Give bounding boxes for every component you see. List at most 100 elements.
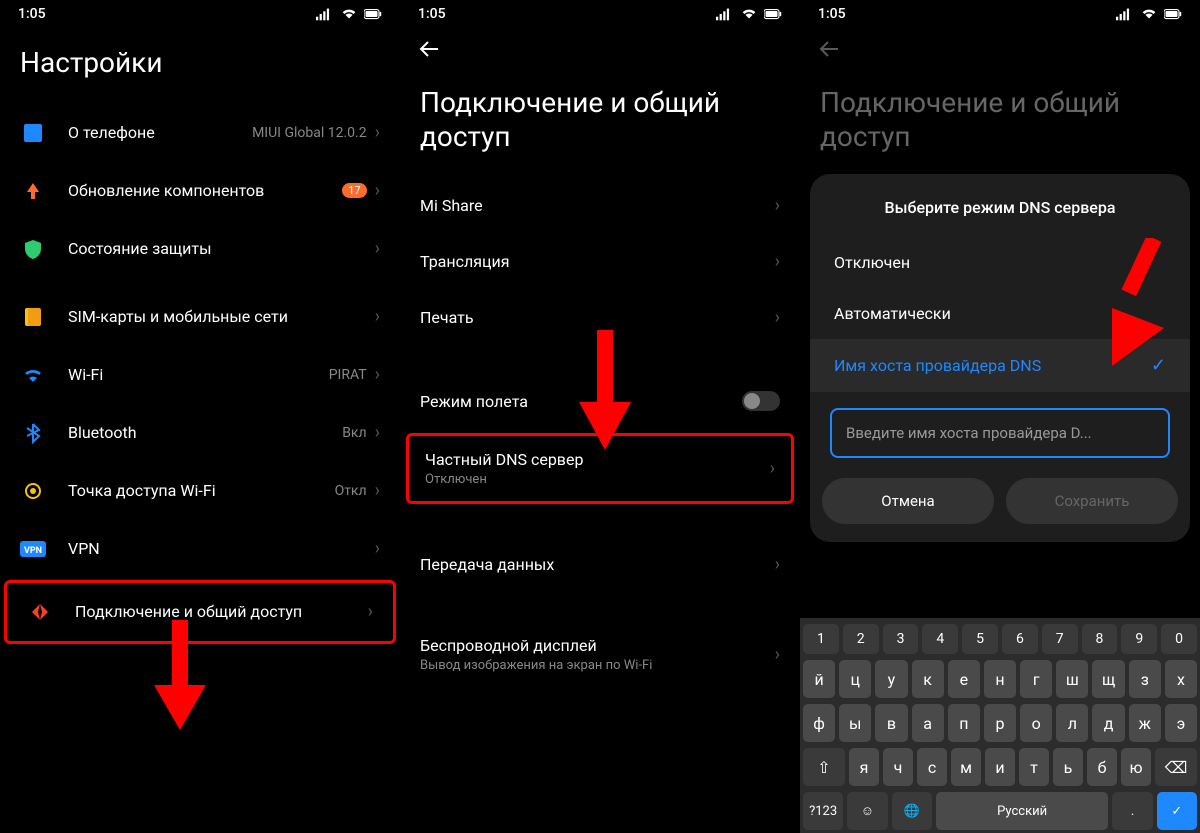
key-symbols[interactable]: ?123: [803, 792, 843, 830]
back-button[interactable]: [800, 26, 1200, 66]
row-wifi[interactable]: Wi-Fi PIRAT ›: [0, 346, 400, 404]
key-й[interactable]: й: [803, 660, 835, 698]
key-л[interactable]: л: [1056, 704, 1088, 742]
wifi-icon: [20, 362, 46, 388]
key-м[interactable]: м: [951, 748, 981, 786]
chevron-right-icon: ›: [375, 306, 380, 327]
key-6[interactable]: 6: [1002, 624, 1038, 654]
row-vpn[interactable]: VPN VPN ›: [0, 520, 400, 578]
row-bluetooth[interactable]: Bluetooth Вкл ›: [0, 404, 400, 462]
key-з[interactable]: з: [1129, 660, 1161, 698]
shield-icon: [20, 236, 46, 262]
screenshot-connection-sharing: 1:05 Подключение и общий доступ Mi Share…: [400, 0, 800, 833]
svg-text:VPN: VPN: [24, 546, 42, 556]
row-data-usage[interactable]: Передача данных ›: [400, 536, 800, 592]
dns-hostname-input[interactable]: Введите имя хоста провайдера D...: [830, 408, 1170, 458]
status-icons: [1116, 7, 1182, 21]
airplane-toggle[interactable]: [742, 391, 780, 411]
key-б[interactable]: б: [1087, 748, 1117, 786]
key-2[interactable]: 2: [843, 624, 879, 654]
key-globe[interactable]: 🌐: [892, 792, 932, 830]
page-title: Подключение и общий доступ: [800, 66, 1200, 177]
keyboard: 1234567890 йцукенгшщзх фывапролджэ ⇧ячсм…: [800, 618, 1200, 833]
key-ь[interactable]: ь: [1053, 748, 1083, 786]
row-component-update[interactable]: Обновление компонентов 17 ›: [0, 162, 400, 220]
dialog-title: Выберите режим DNS сервера: [810, 198, 1190, 217]
option-provider-hostname[interactable]: Имя хоста провайдера DNS ✓: [810, 339, 1190, 392]
key-5[interactable]: 5: [962, 624, 998, 654]
key-я[interactable]: я: [849, 748, 879, 786]
key-н[interactable]: н: [984, 660, 1016, 698]
dns-mode-dialog: Выберите режим DNS сервера Отключен Авто…: [810, 174, 1190, 542]
status-icons: [716, 7, 782, 21]
key-щ[interactable]: щ: [1092, 660, 1124, 698]
key-emoji[interactable]: ☺: [847, 792, 887, 830]
key-ц[interactable]: ц: [839, 660, 871, 698]
chevron-right-icon: ›: [375, 238, 380, 259]
key-р[interactable]: р: [984, 704, 1016, 742]
connection-list: Mi Share › Трансляция › Печать › Режим п…: [400, 177, 800, 689]
row-private-dns[interactable]: Частный DNS сервер Отключен ›: [406, 433, 794, 504]
key-period[interactable]: .: [1112, 792, 1152, 830]
chevron-right-icon: ›: [368, 601, 373, 622]
key-ч[interactable]: ч: [883, 748, 913, 786]
key-т[interactable]: т: [1019, 748, 1049, 786]
screenshot-settings: 1:05 Настройки О телефоне MIUI Global 12…: [0, 0, 400, 833]
row-about-phone[interactable]: О телефоне MIUI Global 12.0.2 ›: [0, 104, 400, 162]
row-sim-cards[interactable]: SIM-карты и мобильные сети ›: [0, 288, 400, 346]
key-э[interactable]: э: [1165, 704, 1197, 742]
key-д[interactable]: д: [1092, 704, 1124, 742]
row-security-status[interactable]: Состояние защиты ›: [0, 220, 400, 278]
key-ф[interactable]: ф: [803, 704, 835, 742]
status-icons: [316, 7, 382, 21]
key-7[interactable]: 7: [1042, 624, 1078, 654]
key-9[interactable]: 9: [1121, 624, 1157, 654]
sim-icon: [20, 304, 46, 330]
key-п[interactable]: п: [948, 704, 980, 742]
screenshot-dns-dialog: 1:05 Подключение и общий доступ Выберите…: [800, 0, 1200, 833]
chevron-right-icon: ›: [775, 307, 780, 328]
clock: 1:05: [418, 6, 446, 22]
key-ю[interactable]: ю: [1121, 748, 1151, 786]
key-ш[interactable]: ш: [1056, 660, 1088, 698]
chevron-right-icon: ›: [375, 422, 380, 443]
key-ы[interactable]: ы: [839, 704, 871, 742]
row-wireless-display[interactable]: Беспроводной дисплей Вывод изображения н…: [400, 620, 800, 689]
row-hotspot[interactable]: Точка доступа Wi-Fi Откл ›: [0, 462, 400, 520]
option-auto[interactable]: Автоматически: [810, 288, 1190, 339]
cancel-button[interactable]: Отмена: [822, 478, 994, 524]
key-о[interactable]: о: [1020, 704, 1052, 742]
key-в[interactable]: в: [875, 704, 907, 742]
row-cast[interactable]: Трансляция ›: [400, 233, 800, 289]
row-print[interactable]: Печать ›: [400, 289, 800, 345]
row-airplane-mode[interactable]: Режим полета: [400, 373, 800, 429]
chevron-right-icon: ›: [375, 480, 380, 501]
chevron-right-icon: ›: [375, 180, 380, 201]
key-с[interactable]: с: [917, 748, 947, 786]
key-enter[interactable]: ✓: [1157, 792, 1197, 830]
row-mi-share[interactable]: Mi Share ›: [400, 177, 800, 233]
key-space[interactable]: Русский: [936, 792, 1109, 830]
key-shift[interactable]: ⇧: [803, 748, 845, 786]
key-backspace[interactable]: ⌫: [1155, 748, 1197, 786]
key-г[interactable]: г: [1020, 660, 1052, 698]
check-icon: ✓: [1151, 355, 1166, 376]
key-1[interactable]: 1: [803, 624, 839, 654]
key-к[interactable]: к: [912, 660, 944, 698]
key-ж[interactable]: ж: [1129, 704, 1161, 742]
back-button[interactable]: [400, 26, 800, 66]
key-а[interactable]: а: [912, 704, 944, 742]
save-button[interactable]: Сохранить: [1006, 478, 1178, 524]
key-е[interactable]: е: [948, 660, 980, 698]
key-0[interactable]: 0: [1161, 624, 1197, 654]
option-off[interactable]: Отключен: [810, 237, 1190, 288]
key-и[interactable]: и: [985, 748, 1015, 786]
key-4[interactable]: 4: [922, 624, 958, 654]
key-х[interactable]: х: [1165, 660, 1197, 698]
key-у[interactable]: у: [875, 660, 907, 698]
row-connection-sharing[interactable]: Подключение и общий доступ ›: [4, 580, 396, 644]
key-3[interactable]: 3: [883, 624, 919, 654]
clock: 1:05: [18, 6, 46, 22]
page-title: Подключение и общий доступ: [400, 66, 800, 177]
key-8[interactable]: 8: [1082, 624, 1118, 654]
